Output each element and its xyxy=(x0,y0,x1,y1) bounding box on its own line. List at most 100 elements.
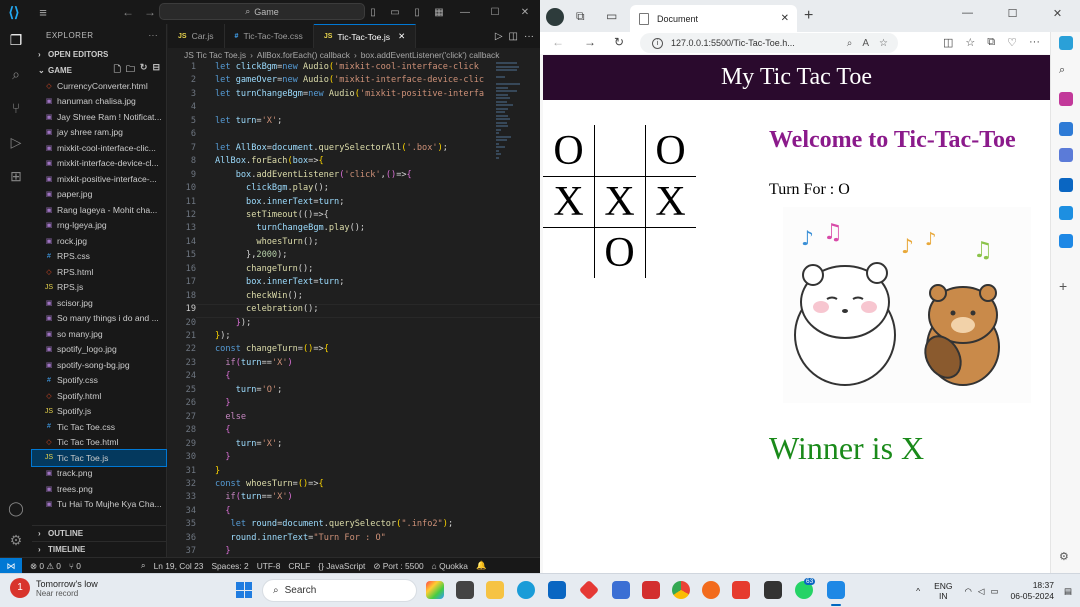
breadcrumb-item[interactable]: AllBox.forEach() callback xyxy=(257,50,350,60)
command-center-search[interactable]: ⌕ Game xyxy=(159,3,365,20)
maximize-button[interactable]: ☐ xyxy=(480,7,510,18)
search-icon[interactable]: ⌕ xyxy=(1059,64,1073,78)
problems-indicator[interactable]: ⊗ 0 ⚠ 0 xyxy=(30,561,61,571)
notification-icon[interactable]: ▤ xyxy=(1064,586,1072,597)
shopping-icon[interactable] xyxy=(1059,92,1073,106)
wifi-icon[interactable]: ◠ xyxy=(964,586,971,597)
code-line[interactable]: box.innerText=turn; xyxy=(215,197,344,207)
file-item[interactable]: ▣ rock.jpg xyxy=(32,233,166,249)
code-line[interactable]: { xyxy=(215,425,230,435)
code-line[interactable]: }); xyxy=(215,318,252,328)
tools-icon[interactable] xyxy=(1059,122,1073,136)
layout-panel-icon[interactable]: ▭ xyxy=(384,7,406,18)
code-line[interactable]: if(turn=='X') xyxy=(215,492,292,502)
chevron-up-icon[interactable]: ^ xyxy=(916,586,920,596)
browser-essentials-icon[interactable]: ♡ xyxy=(1007,36,1017,49)
workspaces-icon[interactable]: ⧉ xyxy=(576,9,585,24)
line-ending[interactable]: CRLF xyxy=(288,561,310,571)
file-item[interactable]: ▣ track.png xyxy=(32,466,166,482)
file-item[interactable]: ◇ CurrencyConverter.html xyxy=(32,78,166,94)
code-line[interactable]: let turnChangeBgm=new Audio('mixkit-posi… xyxy=(215,89,484,99)
weather-widget[interactable]: 1 Tomorrow's low Near record xyxy=(10,578,98,598)
collapse-icon[interactable]: ⊟ xyxy=(152,62,160,78)
site-info-icon[interactable]: i xyxy=(652,37,663,49)
read-aloud-icon[interactable]: A xyxy=(862,38,869,49)
taskbar-search[interactable]: ⌕ Search xyxy=(262,579,417,602)
code-line[interactable]: } xyxy=(215,466,220,476)
outlook-icon[interactable] xyxy=(1059,178,1073,192)
code-line[interactable]: turn='X'; xyxy=(215,439,283,449)
volume-icon[interactable]: ◁ xyxy=(978,586,985,597)
code-line[interactable]: checkWin(); xyxy=(215,291,303,301)
code-line[interactable]: { xyxy=(215,371,230,381)
file-item[interactable]: # Spotify.css xyxy=(32,373,166,389)
task-view-icon[interactable] xyxy=(456,581,474,599)
edge-app-icon[interactable] xyxy=(517,581,535,599)
ports-indicator[interactable]: ⑂ 0 xyxy=(69,561,81,571)
close-button[interactable]: ✕ xyxy=(1035,7,1080,20)
file-item[interactable]: ◇ Tic Tac Toe.html xyxy=(32,435,166,451)
code-line[interactable]: let clickBgm=new Audio('mixkit-cool-inte… xyxy=(215,62,479,72)
file-item[interactable]: ▣ Jay Shree Ram ! Notificat... xyxy=(32,109,166,125)
language-indicator[interactable]: ENG IN xyxy=(934,581,952,601)
games-icon[interactable] xyxy=(1059,148,1073,162)
copilot-app-icon[interactable] xyxy=(426,581,444,599)
file-item[interactable]: ▣ mixkit-interface-device-cl... xyxy=(32,156,166,172)
code-line[interactable]: } xyxy=(215,546,230,556)
file-item[interactable]: ▣ spotify-song-bg.jpg xyxy=(32,357,166,373)
board-cell[interactable]: O xyxy=(645,125,696,176)
app-icon[interactable] xyxy=(702,581,720,599)
notifications-icon[interactable]: 🔔 xyxy=(476,560,486,571)
anydesk-icon[interactable] xyxy=(578,579,600,601)
breadcrumb-item[interactable]: box.addEventListener('click') callback xyxy=(361,50,500,60)
code-line[interactable]: turnChangeBgm.play(); xyxy=(215,223,365,233)
file-item[interactable]: ▣ trees.png xyxy=(32,481,166,497)
copilot-icon[interactable] xyxy=(1059,36,1073,50)
close-tab-icon[interactable]: ✕ xyxy=(781,13,789,24)
board-cell[interactable]: X xyxy=(594,176,645,227)
telegram-icon[interactable] xyxy=(1059,234,1073,248)
file-item[interactable]: ◇ Spotify.html xyxy=(32,388,166,404)
code-line[interactable]: } xyxy=(215,452,230,462)
code-line[interactable]: } xyxy=(215,398,230,408)
split-editor-icon[interactable]: ◫ xyxy=(509,31,518,42)
extensions-icon[interactable]: ⊞ xyxy=(6,166,26,186)
language-mode[interactable]: {} JavaScript xyxy=(318,561,365,571)
file-item[interactable]: JS RPS.js xyxy=(32,280,166,296)
quokka-status[interactable]: ⌂ Quokka xyxy=(432,561,468,571)
new-file-icon[interactable]: 🗋 xyxy=(114,62,121,78)
file-item[interactable]: # RPS.css xyxy=(32,249,166,265)
store-app-icon[interactable] xyxy=(548,581,566,599)
code-line[interactable]: }); xyxy=(215,331,231,341)
start-button[interactable] xyxy=(236,582,252,598)
layout-sidebar-icon[interactable]: ▯ xyxy=(362,7,384,18)
search-icon[interactable]: ⌕ xyxy=(6,64,26,84)
file-item[interactable]: ▣ rng-lgeya.jpg xyxy=(32,218,166,234)
code-line[interactable]: turn='O'; xyxy=(215,385,283,395)
board-cell[interactable]: O xyxy=(594,227,645,278)
file-item[interactable]: ▣ scisor.jpg xyxy=(32,295,166,311)
forward-arrow-icon[interactable]: → xyxy=(584,35,596,49)
close-tab-icon[interactable]: ✕ xyxy=(398,31,405,42)
encoding[interactable]: UTF-8 xyxy=(257,561,281,571)
code-line[interactable]: AllBox.forEach(box=>{ xyxy=(215,156,324,166)
indentation[interactable]: Spaces: 2 xyxy=(211,561,248,571)
settings-gear-icon[interactable]: ⚙ xyxy=(1059,550,1073,564)
board-cell[interactable]: X xyxy=(645,176,696,227)
code-line[interactable]: round.innerText="Turn For : O" xyxy=(215,533,386,543)
close-button[interactable]: ✕ xyxy=(510,7,540,18)
clock[interactable]: 18:37 06-05-2024 xyxy=(1010,580,1053,602)
forward-arrow-icon[interactable]: → xyxy=(144,5,156,19)
code-line[interactable]: let round=document.querySelector(".info2… xyxy=(215,519,454,529)
code-line[interactable]: celebration(); xyxy=(215,304,318,314)
settings-gear-icon[interactable]: ⚙ xyxy=(6,530,26,550)
drop-icon[interactable] xyxy=(1059,206,1073,220)
code-line[interactable]: let AllBox=document.querySelectorAll('.b… xyxy=(215,143,448,153)
file-item[interactable]: ▣ hanuman chalisa.jpg xyxy=(32,94,166,110)
office-app-icon[interactable] xyxy=(732,581,750,599)
folder-section[interactable]: ⌄ GAME 🗋 🗀 ↻ ⊟ xyxy=(32,62,166,78)
cursor-position[interactable]: Ln 19, Col 23 xyxy=(154,561,204,571)
more-actions-icon[interactable]: ··· xyxy=(149,31,159,40)
refresh-icon[interactable]: ↻ xyxy=(614,35,624,49)
more-menu-icon[interactable]: ··· xyxy=(1029,36,1040,49)
